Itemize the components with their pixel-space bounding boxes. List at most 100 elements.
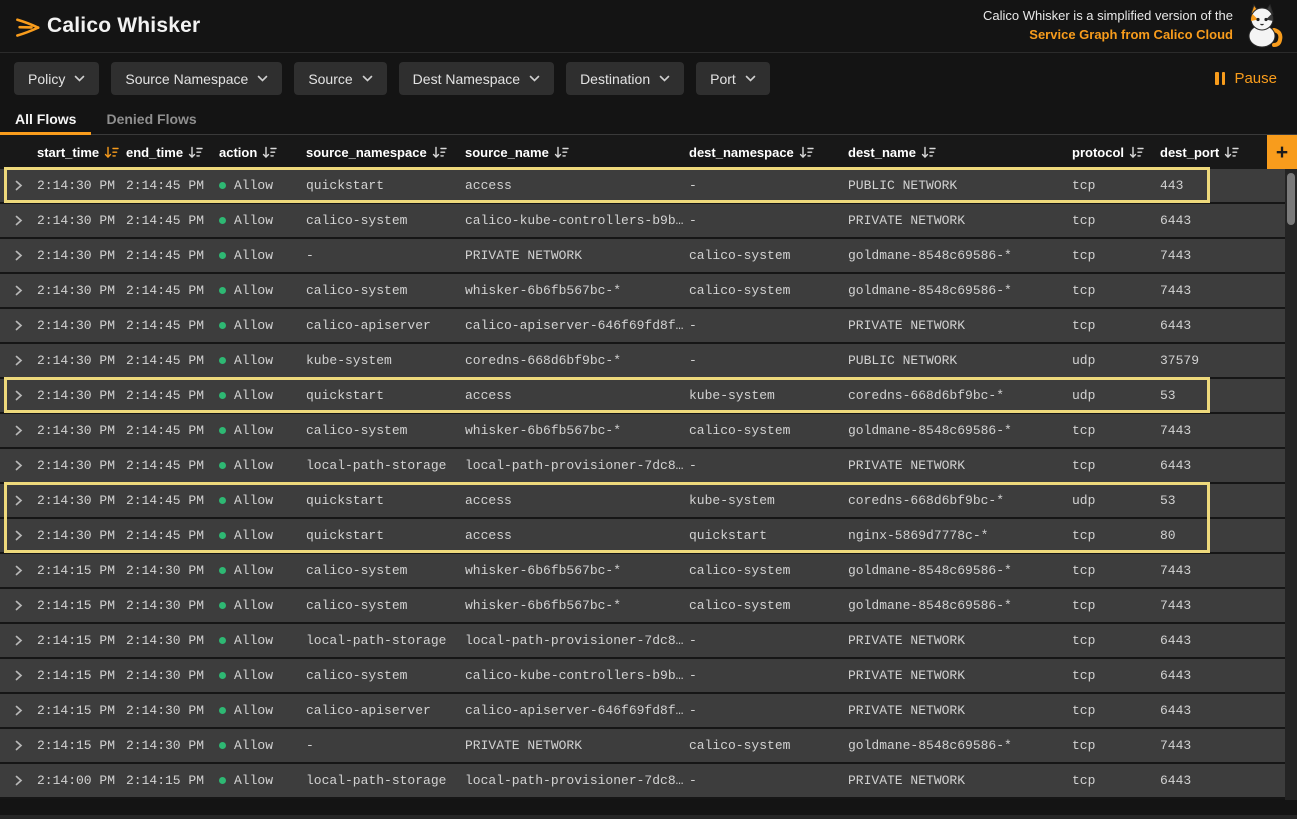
expand-row-icon[interactable] (0, 600, 34, 611)
flow-row[interactable]: 2:14:15 PM2:14:30 PMAllowcalico-systemwh… (0, 554, 1285, 589)
flow-row[interactable]: 2:14:30 PM2:14:45 PMAllowcalico-systemwh… (0, 414, 1285, 449)
cell-dest_namespace: kube-system (686, 493, 845, 508)
expand-row-icon[interactable] (0, 775, 34, 786)
cell-protocol: tcp (1069, 423, 1157, 438)
filter-button-port[interactable]: Port (696, 62, 770, 95)
expand-row-icon[interactable] (0, 425, 34, 436)
expand-row-icon[interactable] (0, 390, 34, 401)
flow-row[interactable]: 2:14:15 PM2:14:30 PMAllow-PRIVATE NETWOR… (0, 729, 1285, 764)
expand-row-icon[interactable] (0, 250, 34, 261)
flow-row[interactable]: 2:14:30 PM2:14:45 PMAllowquickstartacces… (0, 169, 1285, 204)
sort-icon[interactable] (432, 146, 447, 159)
expand-row-icon[interactable] (0, 320, 34, 331)
filter-button-destination[interactable]: Destination (566, 62, 684, 95)
sort-icon[interactable] (104, 146, 119, 159)
expand-row-icon[interactable] (0, 355, 34, 366)
cell-source_name: whisker-6b6fb567bc-* (462, 598, 686, 613)
action-label: Allow (234, 563, 273, 578)
cell-dest_name: PRIVATE NETWORK (845, 668, 1069, 683)
sort-icon[interactable] (188, 146, 203, 159)
sort-icon[interactable] (1129, 146, 1144, 159)
column-header-end_time[interactable]: end_time (123, 145, 216, 160)
sort-icon[interactable] (921, 146, 936, 159)
cell-source_name: access (462, 388, 686, 403)
expand-row-icon[interactable] (0, 495, 34, 506)
vertical-scrollbar-thumb[interactable] (1287, 173, 1295, 225)
sort-icon[interactable] (262, 146, 277, 159)
cell-dest_port: 443 (1157, 178, 1285, 193)
action-label: Allow (234, 318, 273, 333)
cell-source_name: PRIVATE NETWORK (462, 738, 686, 753)
column-header-start_time[interactable]: start_time (34, 145, 123, 160)
column-label: dest_namespace (689, 145, 794, 160)
flow-row[interactable]: 2:14:30 PM2:14:45 PMAllow-PRIVATE NETWOR… (0, 239, 1285, 274)
cell-end_time: 2:14:45 PM (123, 388, 216, 403)
filter-button-source[interactable]: Source (294, 62, 386, 95)
allow-status-dot (219, 322, 226, 329)
tab-denied-flows[interactable]: Denied Flows (91, 104, 211, 134)
cell-dest_namespace: - (686, 178, 845, 193)
cell-dest_name: nginx-5869d7778c-* (845, 528, 1069, 543)
flow-row[interactable]: 2:14:30 PM2:14:45 PMAllowkube-systemcore… (0, 344, 1285, 379)
column-header-dest_name[interactable]: dest_name (845, 145, 1069, 160)
cell-action: Allow (216, 178, 303, 193)
cell-source_name: access (462, 528, 686, 543)
column-header-dest_port[interactable]: dest_port (1157, 145, 1285, 160)
vertical-scrollbar-track[interactable] (1285, 169, 1297, 800)
expand-row-icon[interactable] (0, 215, 34, 226)
flow-row[interactable]: 2:14:30 PM2:14:45 PMAllowlocal-path-stor… (0, 449, 1285, 484)
cell-end_time: 2:14:30 PM (123, 668, 216, 683)
pause-button[interactable]: Pause (1215, 70, 1283, 87)
cell-dest_name: PUBLIC NETWORK (845, 178, 1069, 193)
flow-row[interactable]: 2:14:15 PM2:14:30 PMAllowcalico-systemwh… (0, 589, 1285, 624)
add-column-button[interactable]: + (1267, 135, 1297, 169)
filter-button-dest-namespace[interactable]: Dest Namespace (399, 62, 554, 95)
flow-row[interactable]: 2:14:30 PM2:14:45 PMAllowcalico-systemwh… (0, 274, 1285, 309)
column-header-source_name[interactable]: source_name (462, 145, 686, 160)
expand-row-icon[interactable] (0, 705, 34, 716)
allow-status-dot (219, 777, 226, 784)
expand-row-icon[interactable] (0, 285, 34, 296)
allow-status-dot (219, 532, 226, 539)
cell-source_namespace: calico-apiserver (303, 703, 462, 718)
service-graph-link[interactable]: Service Graph from Calico Cloud (983, 26, 1233, 45)
horizontal-scrollbar[interactable] (0, 815, 1297, 819)
flow-row[interactable]: 2:14:00 PM2:14:15 PMAllowlocal-path-stor… (0, 764, 1285, 799)
expand-row-icon[interactable] (0, 530, 34, 541)
flow-row[interactable]: 2:14:30 PM2:14:45 PMAllowquickstartacces… (0, 519, 1285, 554)
expand-row-icon[interactable] (0, 740, 34, 751)
column-header-dest_namespace[interactable]: dest_namespace (686, 145, 845, 160)
expand-row-icon[interactable] (0, 180, 34, 191)
sort-icon[interactable] (799, 146, 814, 159)
row-group: 2:14:15 PM2:14:30 PMAllowlocal-path-stor… (0, 624, 1285, 659)
cell-start_time: 2:14:00 PM (34, 773, 123, 788)
flow-row[interactable]: 2:14:30 PM2:14:45 PMAllowquickstartacces… (0, 484, 1285, 519)
column-header-source_namespace[interactable]: source_namespace (303, 145, 462, 160)
flow-row[interactable]: 2:14:15 PM2:14:30 PMAllowlocal-path-stor… (0, 624, 1285, 659)
flow-row[interactable]: 2:14:15 PM2:14:30 PMAllowcalico-apiserve… (0, 694, 1285, 729)
sort-icon[interactable] (1224, 146, 1239, 159)
flow-row[interactable]: 2:14:15 PM2:14:30 PMAllowcalico-systemca… (0, 659, 1285, 694)
flow-row[interactable]: 2:14:30 PM2:14:45 PMAllowcalico-apiserve… (0, 309, 1285, 344)
cell-protocol: udp (1069, 493, 1157, 508)
cell-start_time: 2:14:30 PM (34, 528, 123, 543)
column-header-protocol[interactable]: protocol (1069, 145, 1157, 160)
flow-row[interactable]: 2:14:30 PM2:14:45 PMAllowcalico-systemca… (0, 204, 1285, 239)
cell-dest_name: PRIVATE NETWORK (845, 773, 1069, 788)
expand-row-icon[interactable] (0, 565, 34, 576)
flow-row[interactable]: 2:14:30 PM2:14:45 PMAllowquickstartacces… (0, 379, 1285, 414)
filter-button-policy[interactable]: Policy (14, 62, 99, 95)
cell-dest_namespace: - (686, 458, 845, 473)
cell-action: Allow (216, 773, 303, 788)
filter-button-source-namespace[interactable]: Source Namespace (111, 62, 282, 95)
sort-icon[interactable] (554, 146, 569, 159)
action-label: Allow (234, 738, 273, 753)
tab-all-flows[interactable]: All Flows (0, 104, 91, 134)
cell-dest_port: 6443 (1157, 668, 1285, 683)
expand-row-icon[interactable] (0, 635, 34, 646)
expand-row-icon[interactable] (0, 670, 34, 681)
expand-row-icon[interactable] (0, 460, 34, 471)
highlighted-row-group: 2:14:30 PM2:14:45 PMAllowquickstartacces… (0, 379, 1285, 414)
cell-dest_name: goldmane-8548c69586-* (845, 598, 1069, 613)
column-header-action[interactable]: action (216, 145, 303, 160)
